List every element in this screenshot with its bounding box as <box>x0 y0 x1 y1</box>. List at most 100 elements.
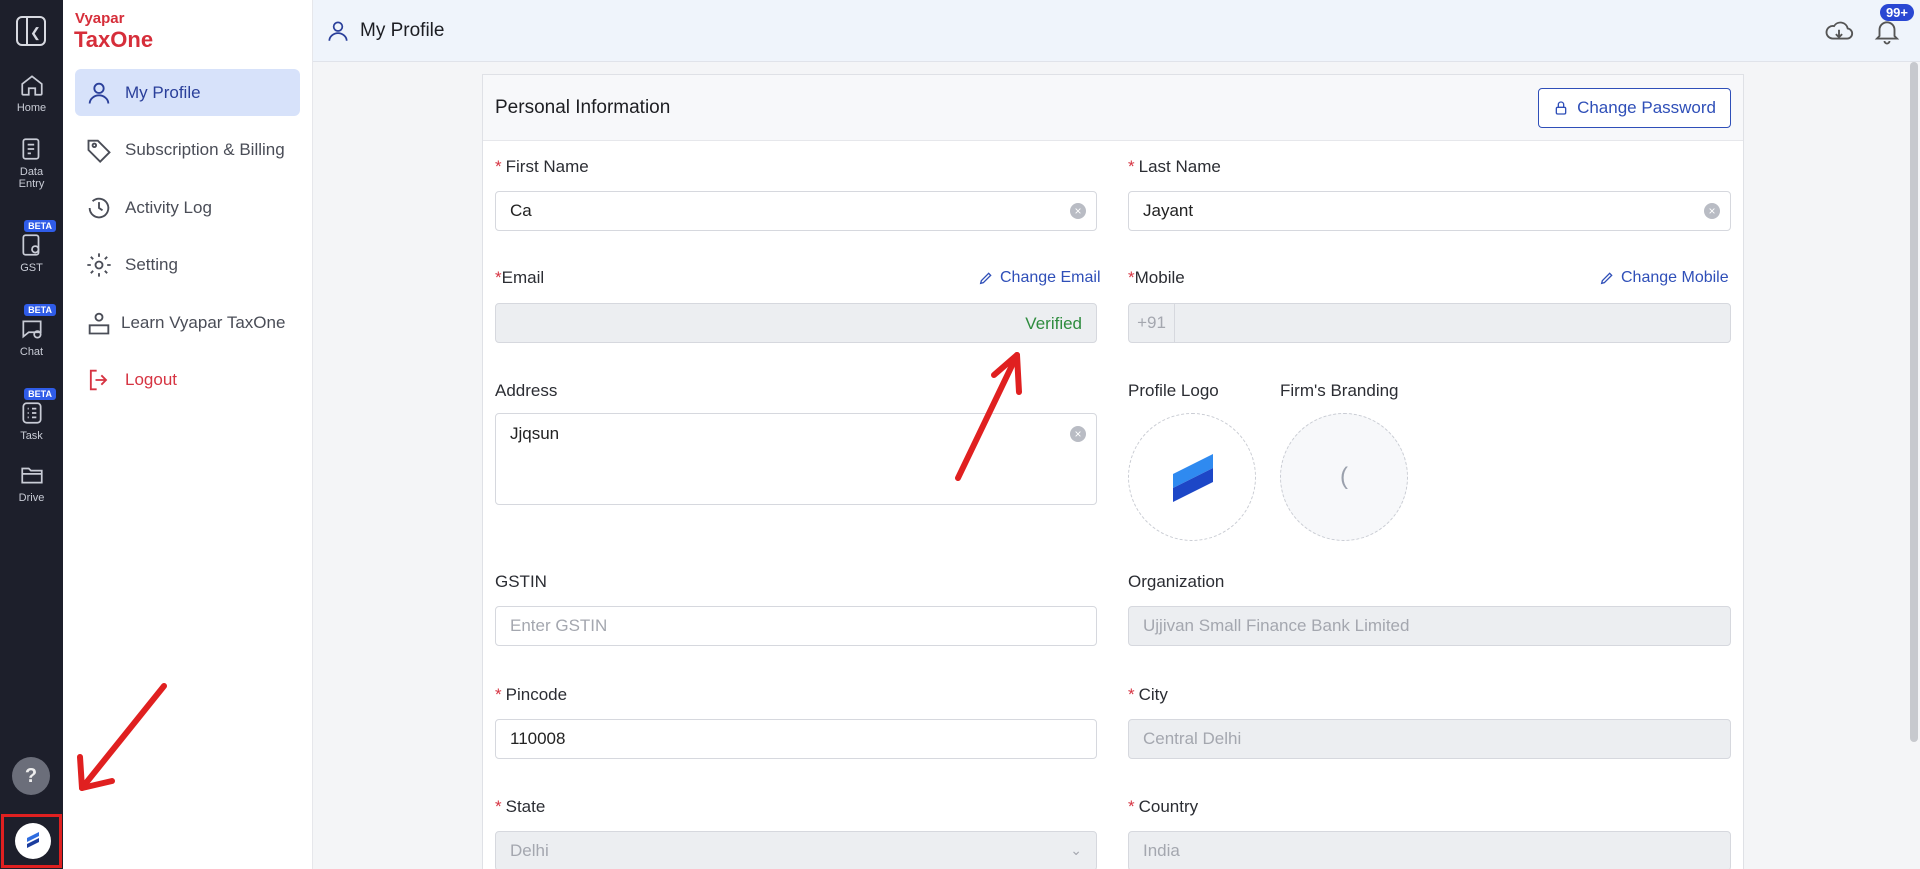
beta-badge: BETA <box>24 388 56 400</box>
sidebar-item-activity-log[interactable]: Activity Log <box>75 184 300 231</box>
sidebar-item-label: Learn Vyapar TaxOne <box>121 312 286 332</box>
user-icon <box>328 21 348 41</box>
change-password-label: Change Password <box>1577 98 1716 117</box>
left-rail: ❮ Home Data Entry BETA GST BETA Chat BET… <box>0 0 63 869</box>
sidebar-item-logout[interactable]: Logout <box>75 356 300 403</box>
country-code-prefix: +91 <box>1129 304 1175 342</box>
beta-badge: BETA <box>24 304 56 316</box>
pincode-field[interactable]: 110008 <box>495 719 1097 759</box>
top-bar: My Profile 99+ <box>313 0 1920 62</box>
organization-label: Organization <box>1128 572 1225 591</box>
sidebar-item-label: Logout <box>125 369 177 389</box>
clear-icon[interactable]: × <box>1070 203 1086 219</box>
rail-item-drive[interactable]: Drive <box>0 462 63 504</box>
page-scrollbar[interactable] <box>1910 62 1918 742</box>
email-label: *Email <box>495 268 545 287</box>
change-mobile-link[interactable]: Change Mobile <box>1599 269 1729 287</box>
pencil-icon <box>1600 272 1613 285</box>
avatar[interactable] <box>15 823 51 859</box>
first-name-label: * First Name <box>495 157 589 176</box>
sidebar-item-learn[interactable]: Learn Vyapar TaxOne <box>75 299 300 346</box>
rail-label: Data <box>19 166 44 178</box>
organization-value: Ujjivan Small Finance Bank Limited <box>1143 616 1410 635</box>
history-icon <box>88 197 110 218</box>
help-button[interactable]: ? <box>12 757 50 795</box>
sidebar-item-setting[interactable]: Setting <box>75 241 300 288</box>
profile-logo-upload[interactable] <box>1128 413 1256 541</box>
state-value: Delhi <box>510 841 549 860</box>
personal-information-card: Personal Information Change Password * Fi… <box>482 74 1744 869</box>
firm-branding-label: Firm's Branding <box>1280 381 1399 400</box>
pincode-value: 110008 <box>510 729 566 748</box>
firm-branding-upload[interactable]: ( <box>1280 413 1408 541</box>
profile-logo-label: Profile Logo <box>1128 381 1219 400</box>
address-value: Jjqsun <box>510 424 560 443</box>
last-name-field[interactable]: Jayant × <box>1128 191 1731 231</box>
gear-icon <box>87 252 111 277</box>
first-name-field[interactable]: Ca × <box>495 191 1097 231</box>
learn-icon <box>88 312 110 334</box>
gstin-input[interactable]: Enter GSTIN <box>495 606 1097 646</box>
card-header: Personal Information Change Password <box>483 75 1743 141</box>
sidebar-item-label: Setting <box>125 254 178 274</box>
home-icon <box>20 75 43 96</box>
brand-name-line1: Vyapar <box>75 10 125 27</box>
country-value: India <box>1143 841 1180 860</box>
change-email-link[interactable]: Change Email <box>978 269 1101 287</box>
organization-field[interactable]: Ujjivan Small Finance Bank Limited <box>1128 606 1731 646</box>
rail-label: GST <box>20 262 43 274</box>
chat-icon <box>21 320 42 339</box>
verified-status: Verified <box>1025 314 1082 333</box>
tag-icon <box>87 139 111 163</box>
lock-icon <box>1555 101 1567 115</box>
rail-item-task[interactable]: BETA Task <box>0 388 63 442</box>
rail-item-home[interactable]: Home <box>0 72 63 114</box>
country-field[interactable]: India <box>1128 831 1731 869</box>
folder-icon <box>20 467 43 484</box>
brand-logo-icon <box>1173 454 1213 502</box>
logout-icon <box>89 369 108 390</box>
city-field[interactable]: Central Delhi <box>1128 719 1731 759</box>
clear-icon[interactable]: × <box>1070 426 1086 442</box>
cloud-download-icon[interactable] <box>1824 16 1854 46</box>
city-value: Central Delhi <box>1143 729 1242 748</box>
mobile-label: *Mobile <box>1128 268 1185 287</box>
address-label: Address <box>495 381 558 400</box>
page-title: My Profile <box>360 20 445 41</box>
collapse-sidebar-button[interactable]: ❮ <box>16 16 46 46</box>
brand-name-line2: TaxOne <box>74 27 154 52</box>
clear-icon[interactable]: × <box>1704 203 1720 219</box>
pincode-label: * Pincode <box>495 685 568 704</box>
last-name-label: * Last Name <box>1128 157 1221 176</box>
chevron-left-icon: ❮ <box>30 25 41 40</box>
gstin-placeholder: Enter GSTIN <box>510 616 608 635</box>
last-name-value: Jayant <box>1143 201 1194 220</box>
profile-avatar-highlight <box>1 814 62 868</box>
rail-label-2: Entry <box>18 178 45 190</box>
rail-item-chat[interactable]: BETA Chat <box>0 304 63 358</box>
city-label: * City <box>1128 685 1168 704</box>
address-field[interactable]: Jjqsun × <box>495 413 1097 505</box>
email-field[interactable]: Verified <box>495 303 1097 343</box>
rail-label: Task <box>20 430 43 442</box>
gstin-label: GSTIN <box>495 572 547 591</box>
mobile-field[interactable]: +91 <box>1128 303 1731 343</box>
rail-label: Drive <box>18 492 45 504</box>
state-label: * State <box>495 797 546 816</box>
rail-item-data-entry[interactable]: Data Entry <box>0 136 63 190</box>
rail-item-gst[interactable]: BETA GST <box>0 220 63 274</box>
notification-count-badge: 99+ <box>1879 4 1914 21</box>
loading-spinner: ( <box>1340 463 1348 490</box>
app-logo-icon <box>27 832 39 848</box>
sidebar-item-my-profile[interactable]: My Profile <box>75 69 300 116</box>
change-password-button[interactable]: Change Password <box>1538 88 1731 128</box>
country-label: * Country <box>1128 797 1199 816</box>
pencil-icon <box>979 272 992 285</box>
sidebar-item-label: Activity Log <box>125 197 212 217</box>
state-select[interactable]: Delhi ⌄ <box>495 831 1097 869</box>
data-entry-icon <box>21 138 39 160</box>
first-name-value: Ca <box>510 201 532 220</box>
card-title: Personal Information <box>495 97 671 118</box>
sidebar-item-label: My Profile <box>125 82 201 102</box>
sidebar-item-subscription[interactable]: Subscription & Billing <box>75 126 300 173</box>
